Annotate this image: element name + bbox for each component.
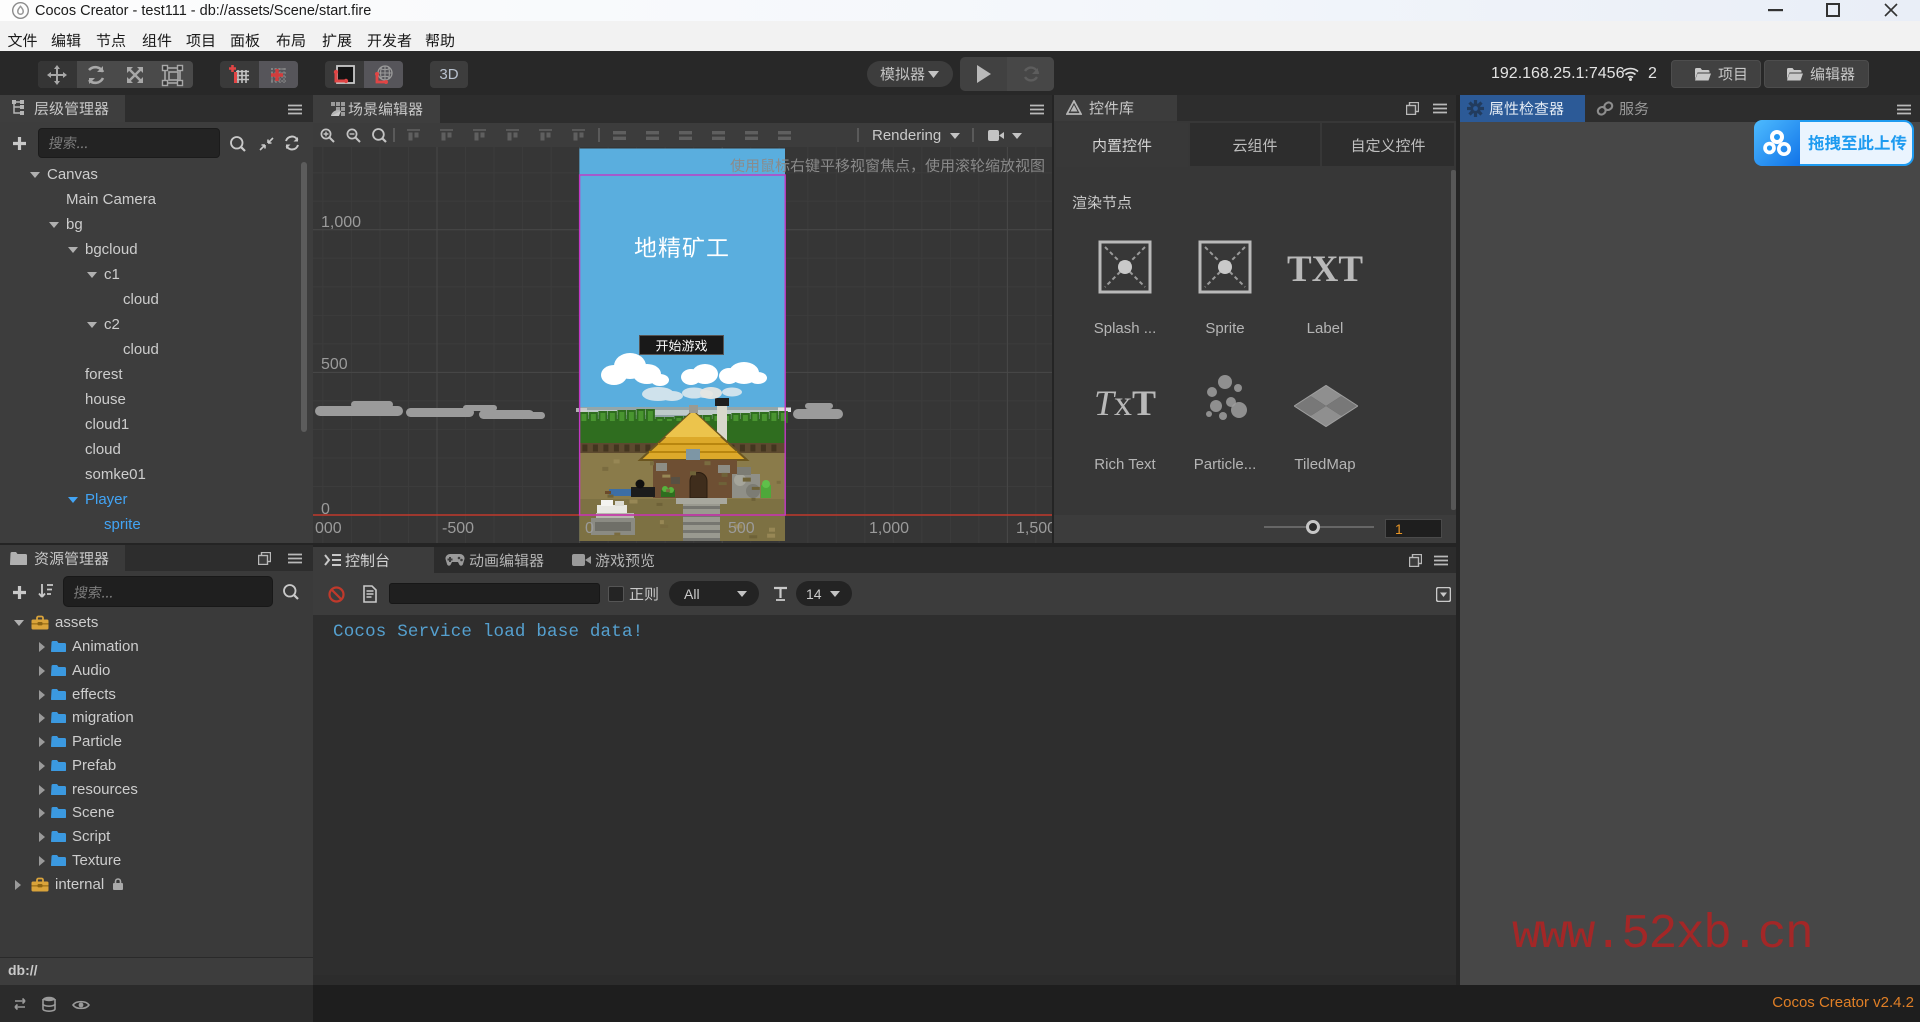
svg-text:500: 500 [728,520,755,537]
svg-text:1,000: 1,000 [869,520,909,537]
svg-text:500: 500 [321,356,348,373]
svg-text:1,500: 1,500 [1016,520,1052,537]
svg-text:-500: -500 [442,520,474,537]
svg-text:0: 0 [585,520,594,537]
svg-text:0: 0 [321,501,330,518]
svg-text:000: 000 [315,520,342,537]
svg-text:1,000: 1,000 [321,214,361,231]
